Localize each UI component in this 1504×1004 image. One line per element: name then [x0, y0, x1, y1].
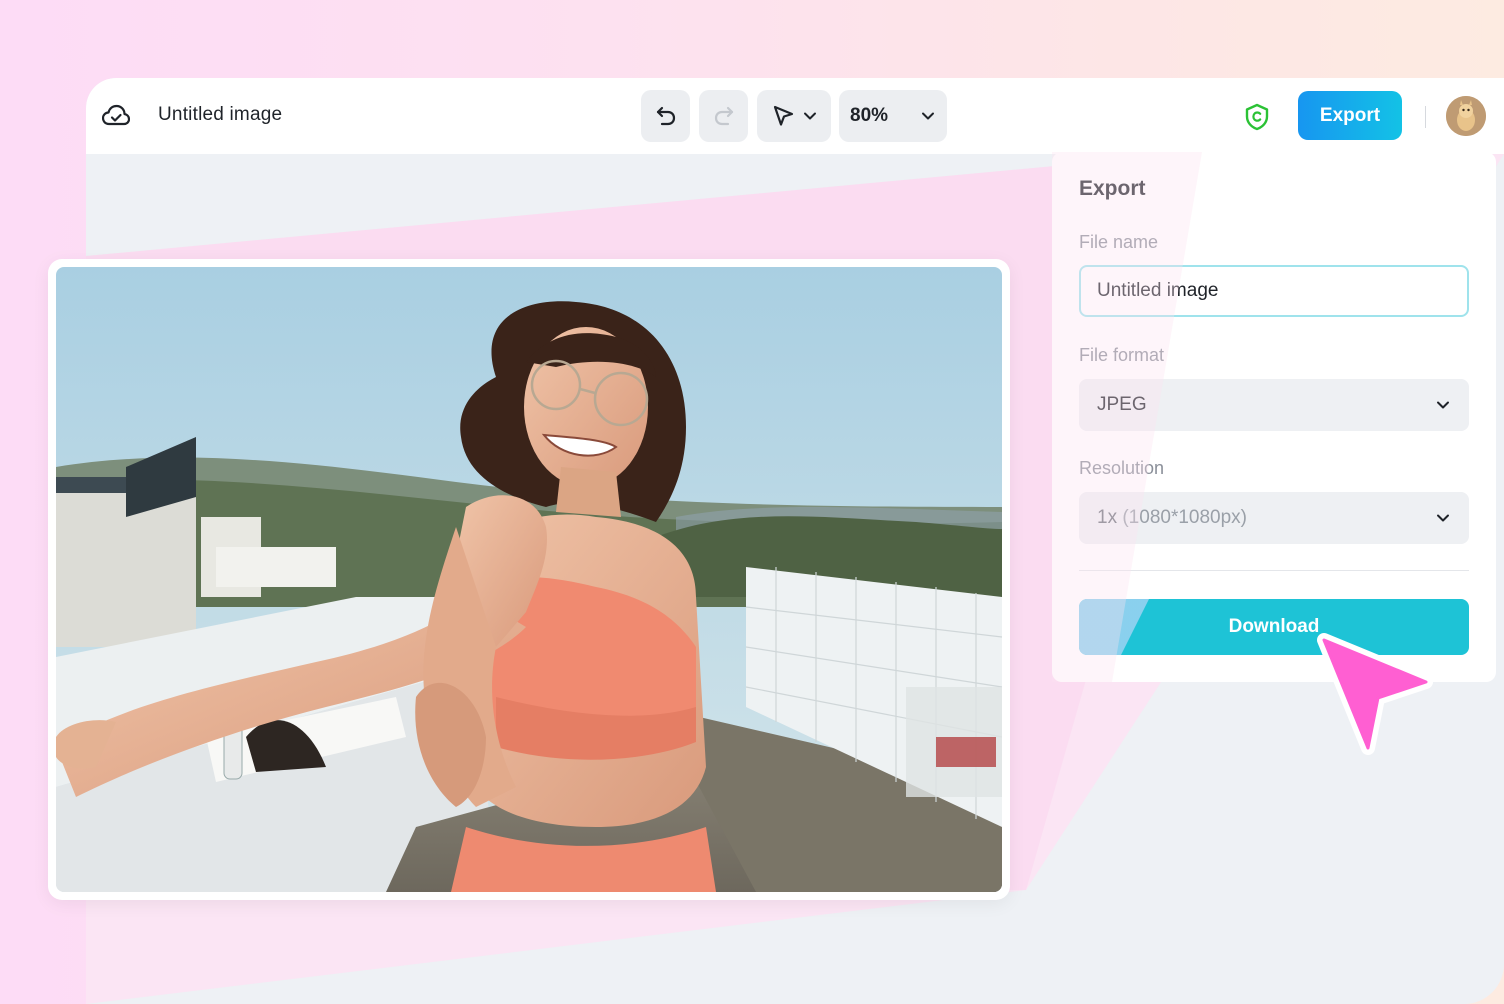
file-format-value: JPEG: [1097, 394, 1147, 415]
page-background: Untitled image 80% Export Export File na…: [0, 0, 1504, 1004]
file-name-input[interactable]: [1079, 265, 1469, 317]
file-format-select[interactable]: JPEG: [1079, 379, 1469, 431]
user-avatar-icon: [1446, 96, 1486, 136]
chevron-down-icon: [804, 112, 816, 120]
export-panel: Export File name File format JPEG Resolu…: [1052, 152, 1496, 682]
select-tool-button[interactable]: [757, 90, 831, 142]
undo-icon: [656, 106, 675, 126]
pointer-icon: [773, 105, 794, 126]
zoom-level: 80%: [850, 105, 889, 126]
avatar[interactable]: [1446, 96, 1486, 136]
file-format-label: File format: [1079, 345, 1165, 365]
cloud-check-icon[interactable]: [102, 103, 130, 129]
undo-button[interactable]: [641, 90, 690, 142]
chevron-down-icon: [1437, 401, 1449, 409]
toolbar-divider: [1425, 106, 1426, 128]
panel-divider: [1079, 570, 1469, 571]
download-label: Download: [1228, 616, 1320, 637]
photo-woman-stretching: [56, 267, 1002, 892]
canvas-photo[interactable]: [56, 267, 1002, 892]
zoom-dropdown[interactable]: 80%: [839, 90, 947, 142]
resolution-value: 1x (1080*1080px): [1097, 507, 1247, 529]
redo-icon: [714, 106, 733, 126]
top-toolbar: Untitled image 80% Export: [86, 78, 1504, 154]
redo-button[interactable]: [699, 90, 748, 142]
resolution-select[interactable]: 1x (1080*1080px): [1079, 492, 1469, 544]
export-panel-title: Export: [1079, 177, 1146, 200]
resolution-label: Resolution: [1079, 458, 1165, 478]
cursor-pointer-icon: [1317, 633, 1433, 755]
button-highlight: [1079, 599, 1149, 655]
chevron-down-icon: [922, 112, 934, 120]
resolution-dimensions: (1080*1080px): [1122, 507, 1248, 528]
document-title[interactable]: Untitled image: [158, 104, 282, 126]
resolution-scale: 1x: [1097, 507, 1118, 528]
copyright-shield-icon[interactable]: [1244, 103, 1270, 131]
chevron-down-icon: [1437, 514, 1449, 522]
file-name-label: File name: [1079, 232, 1159, 252]
canvas-image-card[interactable]: [48, 259, 1010, 900]
export-button[interactable]: Export: [1298, 91, 1402, 140]
